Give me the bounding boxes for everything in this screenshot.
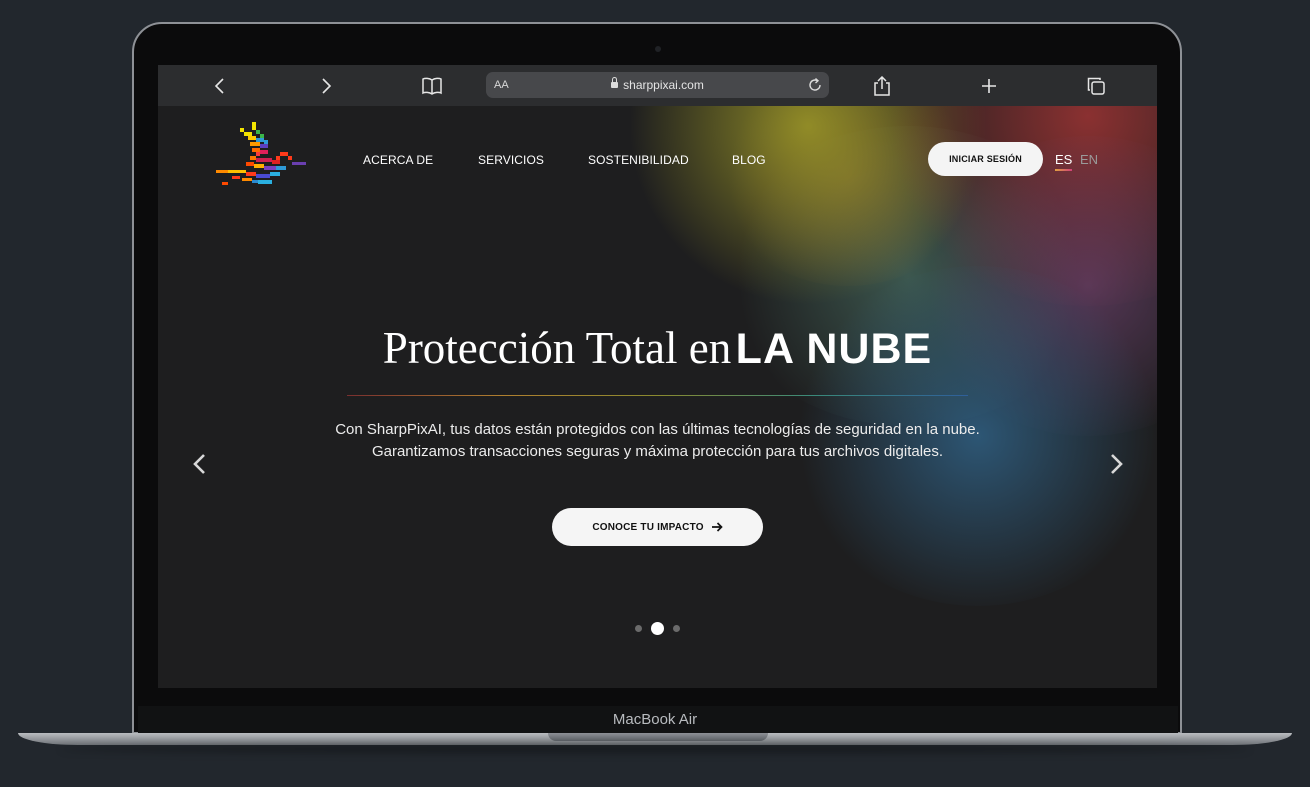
gradient-divider xyxy=(347,395,968,396)
new-tab-icon[interactable] xyxy=(976,73,1002,99)
share-icon[interactable] xyxy=(869,73,895,99)
hero-title-serif: Protección Total en xyxy=(382,323,732,373)
carousel-prev-icon[interactable] xyxy=(188,451,212,477)
forward-icon[interactable] xyxy=(313,73,339,99)
language-es[interactable]: ES xyxy=(1055,152,1072,167)
hero-title: Protección Total en LA NUBE xyxy=(158,322,1157,374)
cta-label: CONOCE TU IMPACTO xyxy=(592,521,704,533)
url-value: sharppixai.com xyxy=(623,78,704,92)
reload-icon[interactable] xyxy=(807,77,823,93)
carousel-dot-active[interactable] xyxy=(651,622,664,635)
arrow-right-icon xyxy=(711,522,723,532)
login-button[interactable]: INICIAR SESIÓN xyxy=(928,142,1043,176)
carousel-next-icon[interactable] xyxy=(1104,451,1128,477)
nav-item-servicios[interactable]: SERVICIOS xyxy=(478,153,544,167)
hero-description-line: Garantizamos transacciones seguras y máx… xyxy=(371,443,944,460)
nav-item-blog[interactable]: BLOG xyxy=(732,153,766,167)
carousel-dots xyxy=(634,621,682,635)
bookmarks-icon[interactable] xyxy=(419,73,445,99)
carousel-dot[interactable] xyxy=(673,625,680,632)
language-en[interactable]: EN xyxy=(1080,152,1098,167)
active-language-underline xyxy=(1055,169,1072,171)
laptop-hinge-notch xyxy=(548,733,768,741)
browser-toolbar: AA sharppixai.com xyxy=(158,65,1157,106)
web-page: ACERCA DE SERVICIOS SOSTENIBILIDAD BLOG … xyxy=(158,106,1157,688)
cta-button[interactable]: CONOCE TU IMPACTO xyxy=(552,508,763,546)
nav-item-acerca-de[interactable]: ACERCA DE xyxy=(363,153,433,167)
screen: AA sharppixai.com ACERCA DE SERVICIOS SO… xyxy=(158,65,1157,688)
sharppixai-logo[interactable] xyxy=(216,122,312,194)
camera-icon xyxy=(655,46,661,52)
back-icon[interactable] xyxy=(207,73,233,99)
hero-title-sans: LA NUBE xyxy=(735,325,933,373)
hero-description-line: Con SharpPixAI, tus datos están protegid… xyxy=(335,421,980,438)
address-bar[interactable]: AA sharppixai.com xyxy=(486,72,829,98)
device-model-label: MacBook Air xyxy=(612,711,698,728)
url-text: sharppixai.com xyxy=(486,72,829,98)
nav-item-sostenibilidad[interactable]: SOSTENIBILIDAD xyxy=(588,153,689,167)
lock-icon xyxy=(611,77,619,88)
tabs-icon[interactable] xyxy=(1083,73,1109,99)
carousel-dot[interactable] xyxy=(635,625,642,632)
hero-description: Con SharpPixAI, tus datos están protegid… xyxy=(158,419,1157,463)
laptop-shadow xyxy=(60,745,1250,753)
